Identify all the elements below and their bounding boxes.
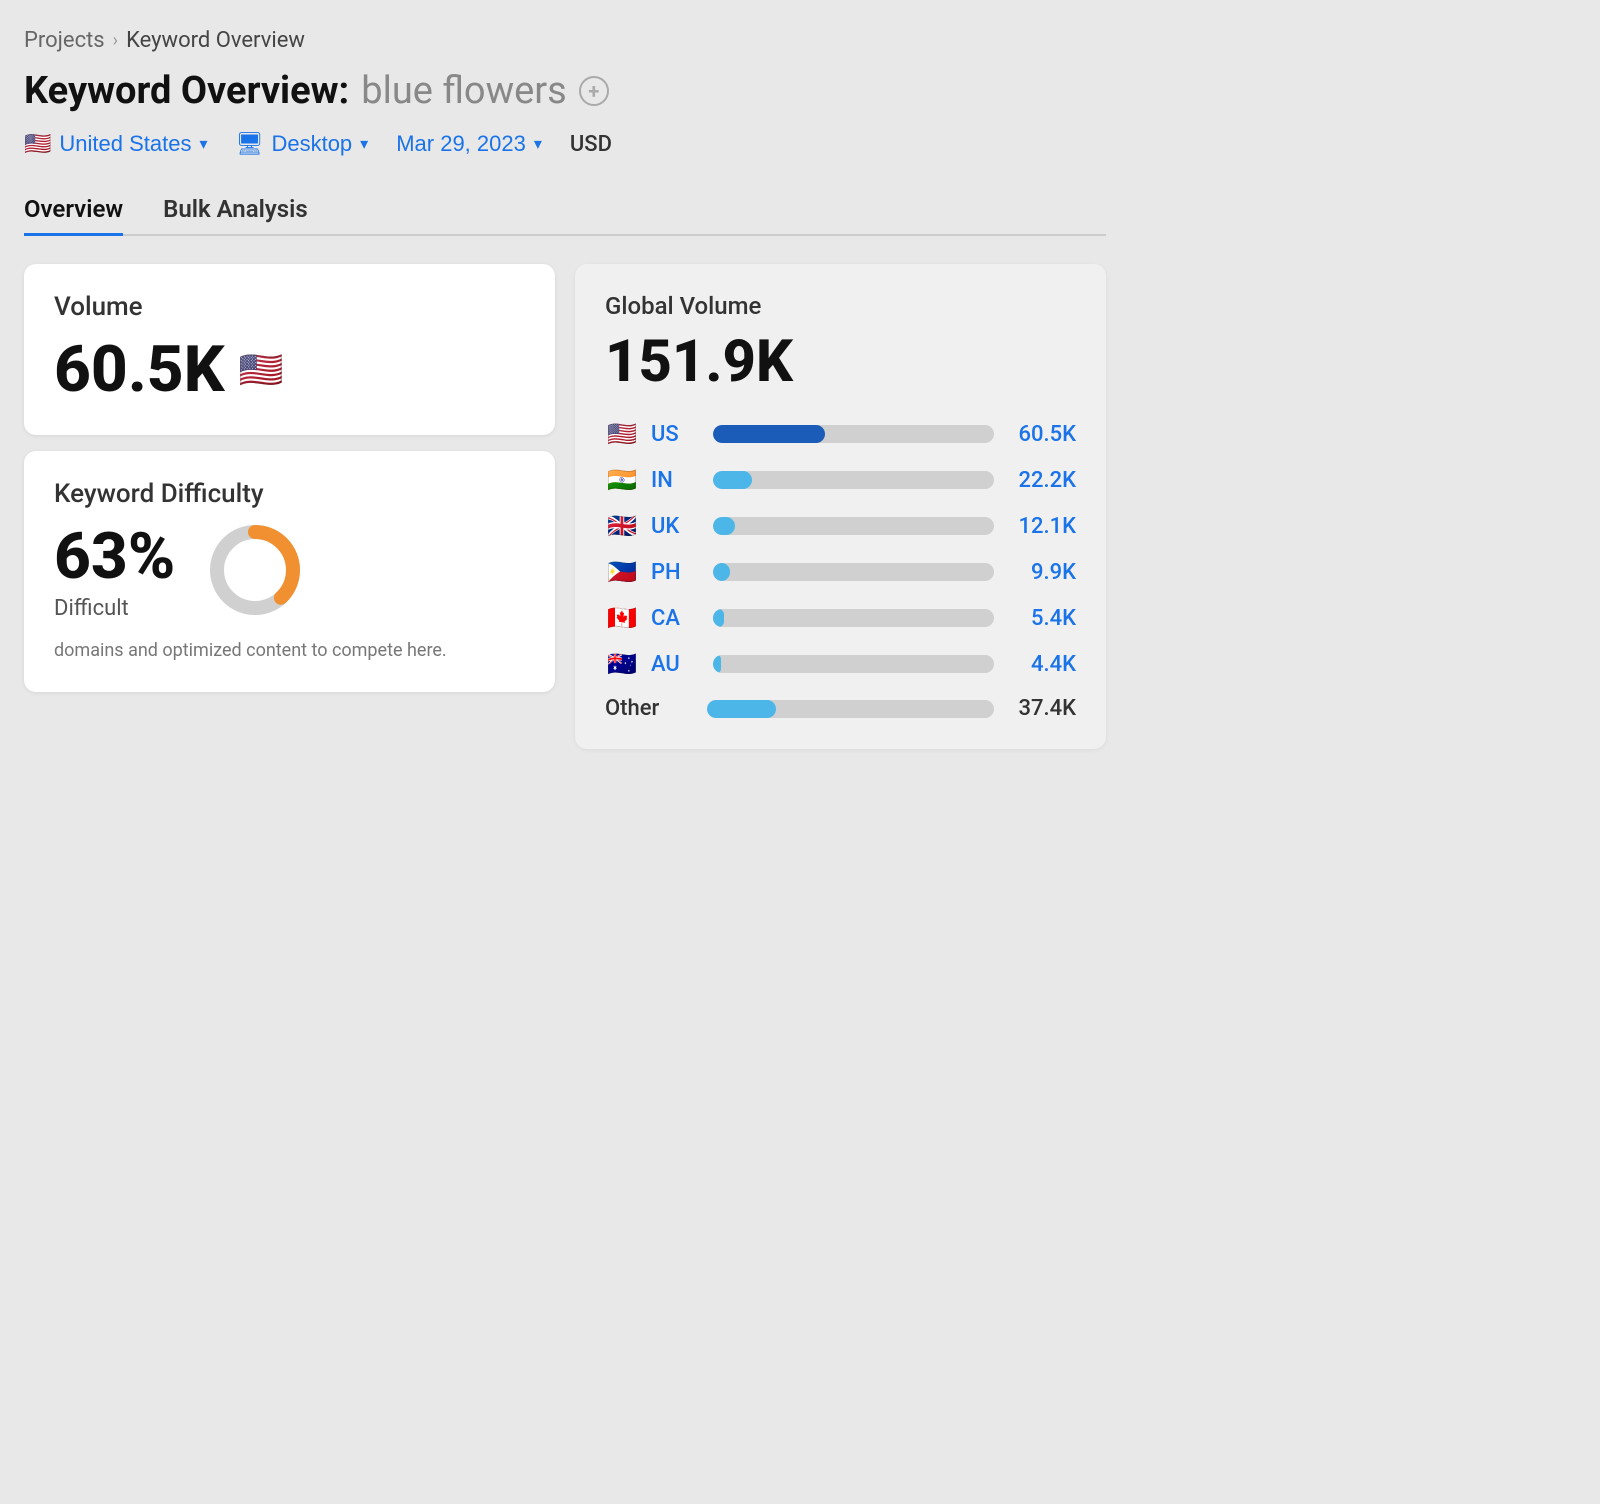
kd-footer-text: domains and optimized content to compete… xyxy=(54,637,525,664)
tab-bulk-analysis[interactable]: Bulk Analysis xyxy=(163,185,308,236)
volume-value-row: 60.5K 🇺🇸 xyxy=(54,332,525,407)
ph-flag-icon: 🇵🇭 xyxy=(605,558,639,586)
uk-value: 12.1K xyxy=(1006,514,1076,539)
kd-left: 63% Difficult xyxy=(54,519,175,621)
au-value: 4.4K xyxy=(1006,652,1076,677)
ca-bar-fill xyxy=(713,609,724,627)
other-bar xyxy=(707,700,994,718)
ph-value: 9.9K xyxy=(1006,560,1076,585)
device-chevron-icon: ▾ xyxy=(360,134,368,154)
in-flag-icon: 🇮🇳 xyxy=(605,466,639,494)
other-value: 37.4K xyxy=(1006,696,1076,721)
volume-flag-icon: 🇺🇸 xyxy=(239,349,284,391)
in-code[interactable]: IN xyxy=(651,468,701,493)
us-bar-fill xyxy=(713,425,825,443)
ca-flag-icon: 🇨🇦 xyxy=(605,604,639,632)
date-chevron-icon: ▾ xyxy=(534,134,542,154)
country-row-us: 🇺🇸 US 60.5K xyxy=(605,420,1076,448)
ph-bar xyxy=(713,563,994,581)
in-value: 22.2K xyxy=(1006,468,1076,493)
au-bar-fill xyxy=(713,655,721,673)
tab-overview[interactable]: Overview xyxy=(24,185,123,236)
other-label: Other xyxy=(605,696,695,721)
main-content: Volume 60.5K 🇺🇸 Keyword Difficulty 63% D… xyxy=(24,264,1106,749)
us-bar xyxy=(713,425,994,443)
device-label: Desktop xyxy=(271,131,352,157)
ph-bar-fill xyxy=(713,563,730,581)
tabs: Overview Bulk Analysis xyxy=(24,185,1106,236)
country-row-ca: 🇨🇦 CA 5.4K xyxy=(605,604,1076,632)
volume-number: 60.5K xyxy=(54,332,225,407)
uk-flag-icon: 🇬🇧 xyxy=(605,512,639,540)
breadcrumb-current: Keyword Overview xyxy=(126,28,305,53)
breadcrumb-separator: › xyxy=(113,30,118,51)
ca-code[interactable]: CA xyxy=(651,606,701,631)
page-title: Keyword Overview: blue flowers + xyxy=(24,69,1106,113)
date-label: Mar 29, 2023 xyxy=(396,131,526,157)
au-flag-icon: 🇦🇺 xyxy=(605,650,639,678)
page-title-keyword: blue flowers xyxy=(361,69,567,113)
volume-label: Volume xyxy=(54,292,525,322)
keyword-difficulty-card: Keyword Difficulty 63% Difficult xyxy=(24,451,555,692)
kd-donut-chart xyxy=(205,520,305,620)
country-row-in: 🇮🇳 IN 22.2K xyxy=(605,466,1076,494)
breadcrumb: Projects › Keyword Overview xyxy=(24,28,1106,53)
kd-row: 63% Difficult xyxy=(54,519,525,621)
country-row-ph: 🇵🇭 PH 9.9K xyxy=(605,558,1076,586)
ca-bar xyxy=(713,609,994,627)
kd-label: Keyword Difficulty xyxy=(54,479,525,509)
add-keyword-icon[interactable]: + xyxy=(579,76,609,106)
global-volume-card: Global Volume 151.9K 🇺🇸 US 60.5K 🇮🇳 IN 2… xyxy=(575,264,1106,749)
device-icon: 🖥 xyxy=(236,131,264,157)
us-code[interactable]: US xyxy=(651,422,701,447)
volume-card: Volume 60.5K 🇺🇸 xyxy=(24,264,555,435)
us-flag-icon: 🇺🇸 xyxy=(605,420,639,448)
country-flag-icon: 🇺🇸 xyxy=(24,131,51,157)
country-filter[interactable]: 🇺🇸 United States ▾ xyxy=(24,131,208,157)
au-bar xyxy=(713,655,994,673)
us-value: 60.5K xyxy=(1006,422,1076,447)
other-bar-fill xyxy=(707,700,776,718)
kd-sublabel: Difficult xyxy=(54,596,175,621)
in-bar-fill xyxy=(713,471,752,489)
country-label: United States xyxy=(59,131,191,157)
uk-bar-fill xyxy=(713,517,735,535)
country-row-au: 🇦🇺 AU 4.4K xyxy=(605,650,1076,678)
breadcrumb-parent[interactable]: Projects xyxy=(24,28,105,53)
filter-bar: 🇺🇸 United States ▾ 🖥 Desktop ▾ Mar 29, 2… xyxy=(24,131,1106,157)
other-row: Other 37.4K xyxy=(605,696,1076,721)
uk-code[interactable]: UK xyxy=(651,514,701,539)
currency-label: USD xyxy=(570,132,612,157)
page-title-prefix: Keyword Overview: xyxy=(24,69,349,113)
global-volume-label: Global Volume xyxy=(605,292,1076,320)
in-bar xyxy=(713,471,994,489)
country-list: 🇺🇸 US 60.5K 🇮🇳 IN 22.2K 🇬🇧 UK xyxy=(605,420,1076,721)
country-row-uk: 🇬🇧 UK 12.1K xyxy=(605,512,1076,540)
ph-code[interactable]: PH xyxy=(651,560,701,585)
au-code[interactable]: AU xyxy=(651,652,701,677)
left-column: Volume 60.5K 🇺🇸 Keyword Difficulty 63% D… xyxy=(24,264,555,749)
kd-value: 63% xyxy=(54,519,175,594)
uk-bar xyxy=(713,517,994,535)
global-volume-value: 151.9K xyxy=(605,328,1076,396)
device-filter[interactable]: 🖥 Desktop ▾ xyxy=(236,131,369,157)
date-filter[interactable]: Mar 29, 2023 ▾ xyxy=(396,131,542,157)
ca-value: 5.4K xyxy=(1006,606,1076,631)
country-chevron-icon: ▾ xyxy=(199,134,207,154)
